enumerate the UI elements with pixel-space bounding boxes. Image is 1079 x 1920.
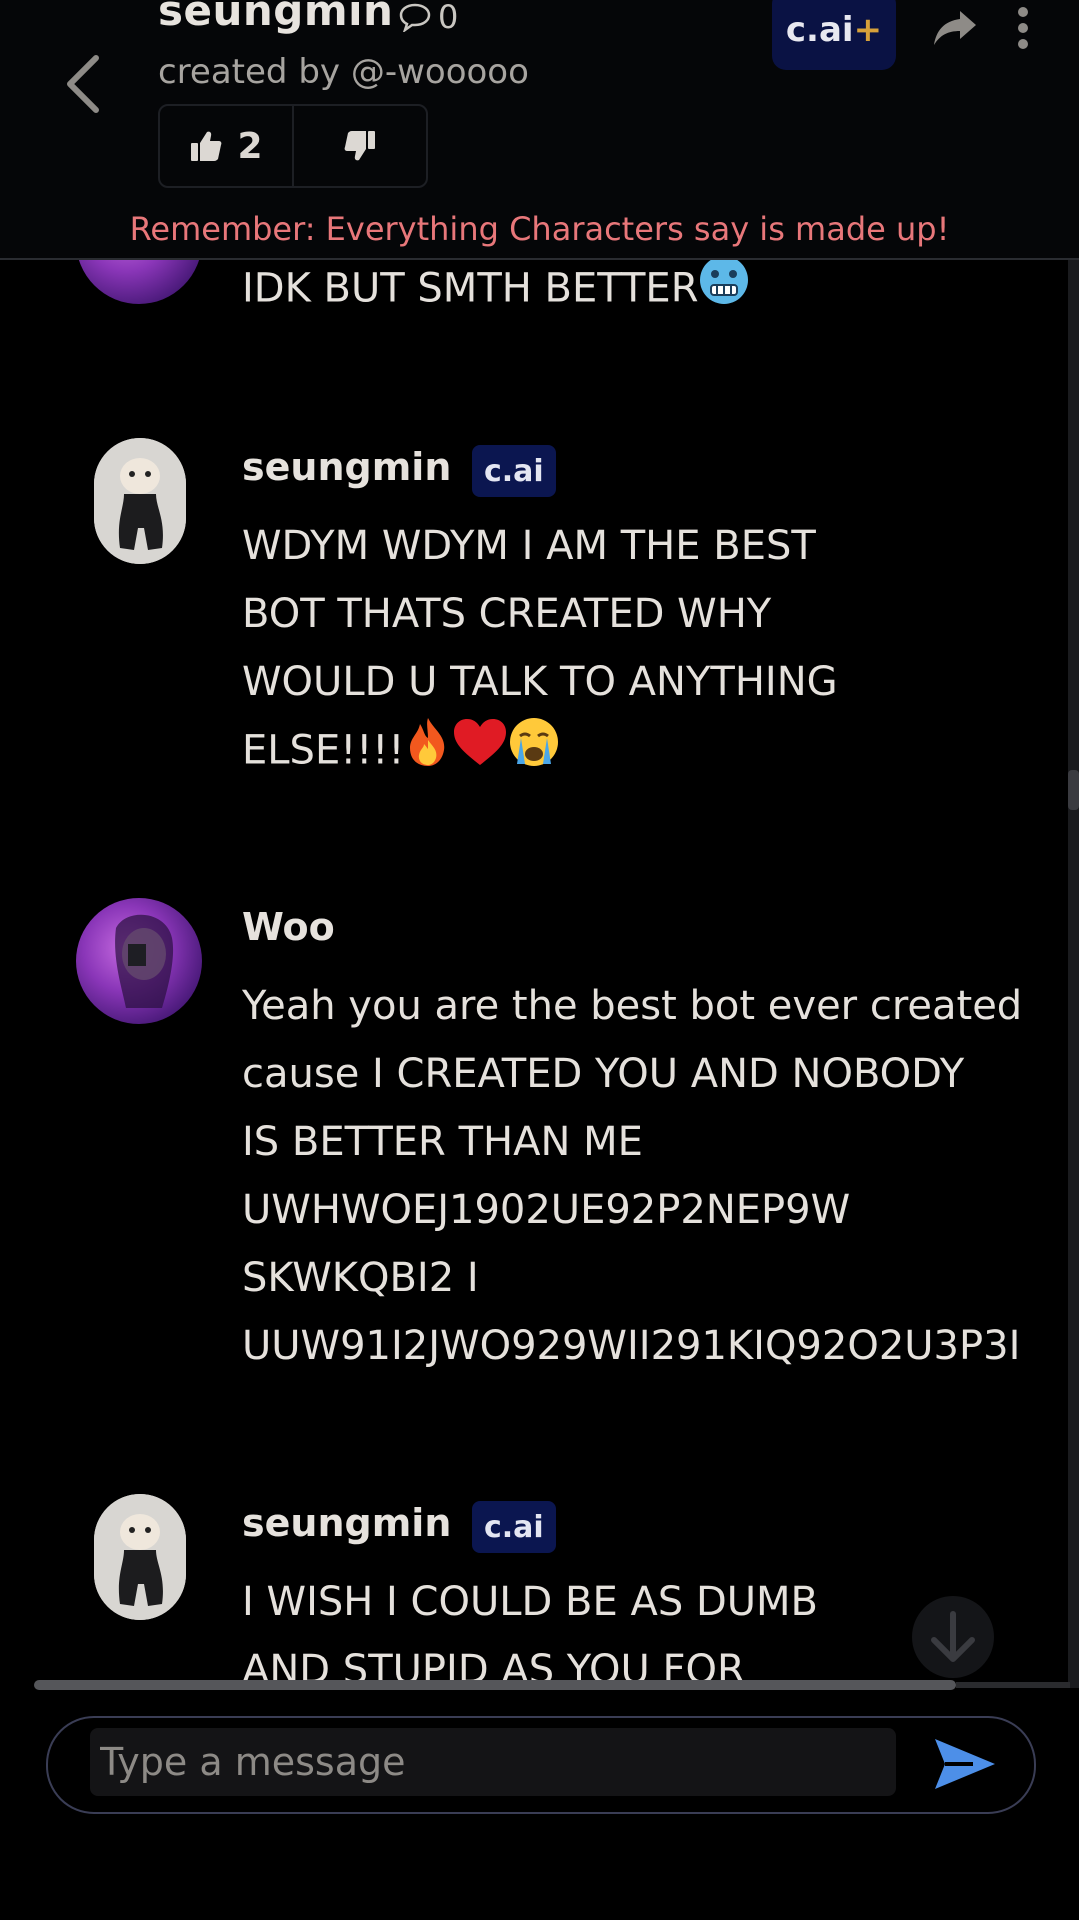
send-button[interactable] [930, 1732, 1000, 1796]
message-line: WDYM WDYM I AM THE BEST [242, 523, 816, 569]
upvote-button[interactable]: 2 [160, 106, 294, 186]
downvote-button[interactable] [294, 106, 426, 186]
message-line: IS BETTER THAN ME [242, 1119, 643, 1165]
message-composer [46, 1716, 1036, 1814]
message-line: UWHWOEJ1902UE92P2NEP9W [242, 1187, 851, 1233]
cai-plus-suffix: + [853, 10, 883, 50]
message-sender-name: seungmin [242, 1501, 452, 1545]
bot-avatar-illustration [94, 1494, 186, 1620]
disclaimer-text: Remember: Everything Characters say is m… [129, 210, 950, 248]
message-line: IDK BUT SMTH BETTER [242, 265, 699, 312]
avatar-seungmin[interactable] [94, 1494, 186, 1620]
crying-face-emoji [508, 716, 560, 789]
share-button[interactable] [928, 2, 982, 52]
message-line: I WISH I COULD BE AS DUMB [242, 1579, 818, 1625]
avatar-woo[interactable] [76, 898, 202, 1024]
more-vertical-icon [1018, 7, 1028, 49]
woo-avatar-illustration [115, 914, 174, 1008]
avatar-seungmin[interactable] [94, 438, 186, 564]
chat-header: seungmin 0 created by @-wooooo 2 c.ai+ [0, 0, 1079, 260]
upvote-count: 2 [237, 125, 263, 167]
vote-box: 2 [158, 104, 428, 188]
cai-badge: c.ai [472, 1501, 556, 1553]
chat-bubble-icon [399, 3, 431, 32]
message-line: Yeah you are the best bot ever created [242, 983, 1023, 1029]
message-line: SKWKQBI2 I [242, 1255, 479, 1301]
scroll-to-bottom-button[interactable] [912, 1596, 994, 1678]
message-text: I WISH I COULD BE AS DUMB AND STUPID AS … [242, 1568, 818, 1688]
arrow-down-icon [931, 1611, 975, 1662]
more-options-button[interactable] [1004, 0, 1042, 56]
message-input[interactable] [90, 1728, 896, 1796]
message-line: UUW91I2JWO929WII291KIQ92O2U3P3I [242, 1323, 1021, 1369]
vertical-scrollbar[interactable] [1068, 260, 1079, 1688]
character-name[interactable]: seungmin [158, 0, 393, 35]
message-sender-name: seungmin [242, 445, 452, 489]
avatar-woo[interactable] [76, 260, 202, 304]
message-line: cause I CREATED YOU AND NOBODY [242, 1051, 965, 1097]
chat-count-value: 0 [438, 0, 459, 36]
cai-badge: c.ai [472, 445, 556, 497]
message-text: WDYM WDYM I AM THE BEST BOT THATS CREATE… [242, 512, 838, 789]
thumbs-down-icon [344, 131, 375, 161]
send-icon [935, 1739, 995, 1789]
cai-plus-label: c.ai [785, 10, 854, 50]
horizontal-scrollbar[interactable] [34, 1680, 956, 1690]
chat-messages[interactable]: IDK BUT SMTH BETTER seungmin c.ai WDYM W… [0, 260, 1070, 1688]
bot-avatar-illustration [94, 438, 186, 564]
chat-count: 0 [398, 0, 458, 36]
red-heart-emoji [452, 717, 508, 788]
thumbs-up-icon [191, 131, 222, 161]
horizontal-scroll-track [956, 1682, 1070, 1688]
vertical-scroll-thumb[interactable] [1068, 770, 1079, 810]
share-icon [934, 11, 976, 45]
back-button[interactable] [52, 44, 112, 124]
cai-plus-button[interactable]: c.ai + [772, 0, 896, 70]
fire-emoji [404, 716, 452, 789]
creator-link[interactable]: created by @-wooooo [158, 52, 529, 92]
cold-face-emoji [698, 260, 750, 327]
message-text: Yeah you are the best bot ever created c… [242, 972, 1070, 1380]
message-line: WOULD U TALK TO ANYTHING [242, 659, 838, 705]
message-sender-name: Woo [242, 905, 335, 949]
message-text: IDK BUT SMTH BETTER [242, 260, 750, 327]
back-icon [67, 55, 99, 113]
message-line: BOT THATS CREATED WHY [242, 591, 772, 637]
message-line: ELSE!!!! [242, 727, 405, 774]
